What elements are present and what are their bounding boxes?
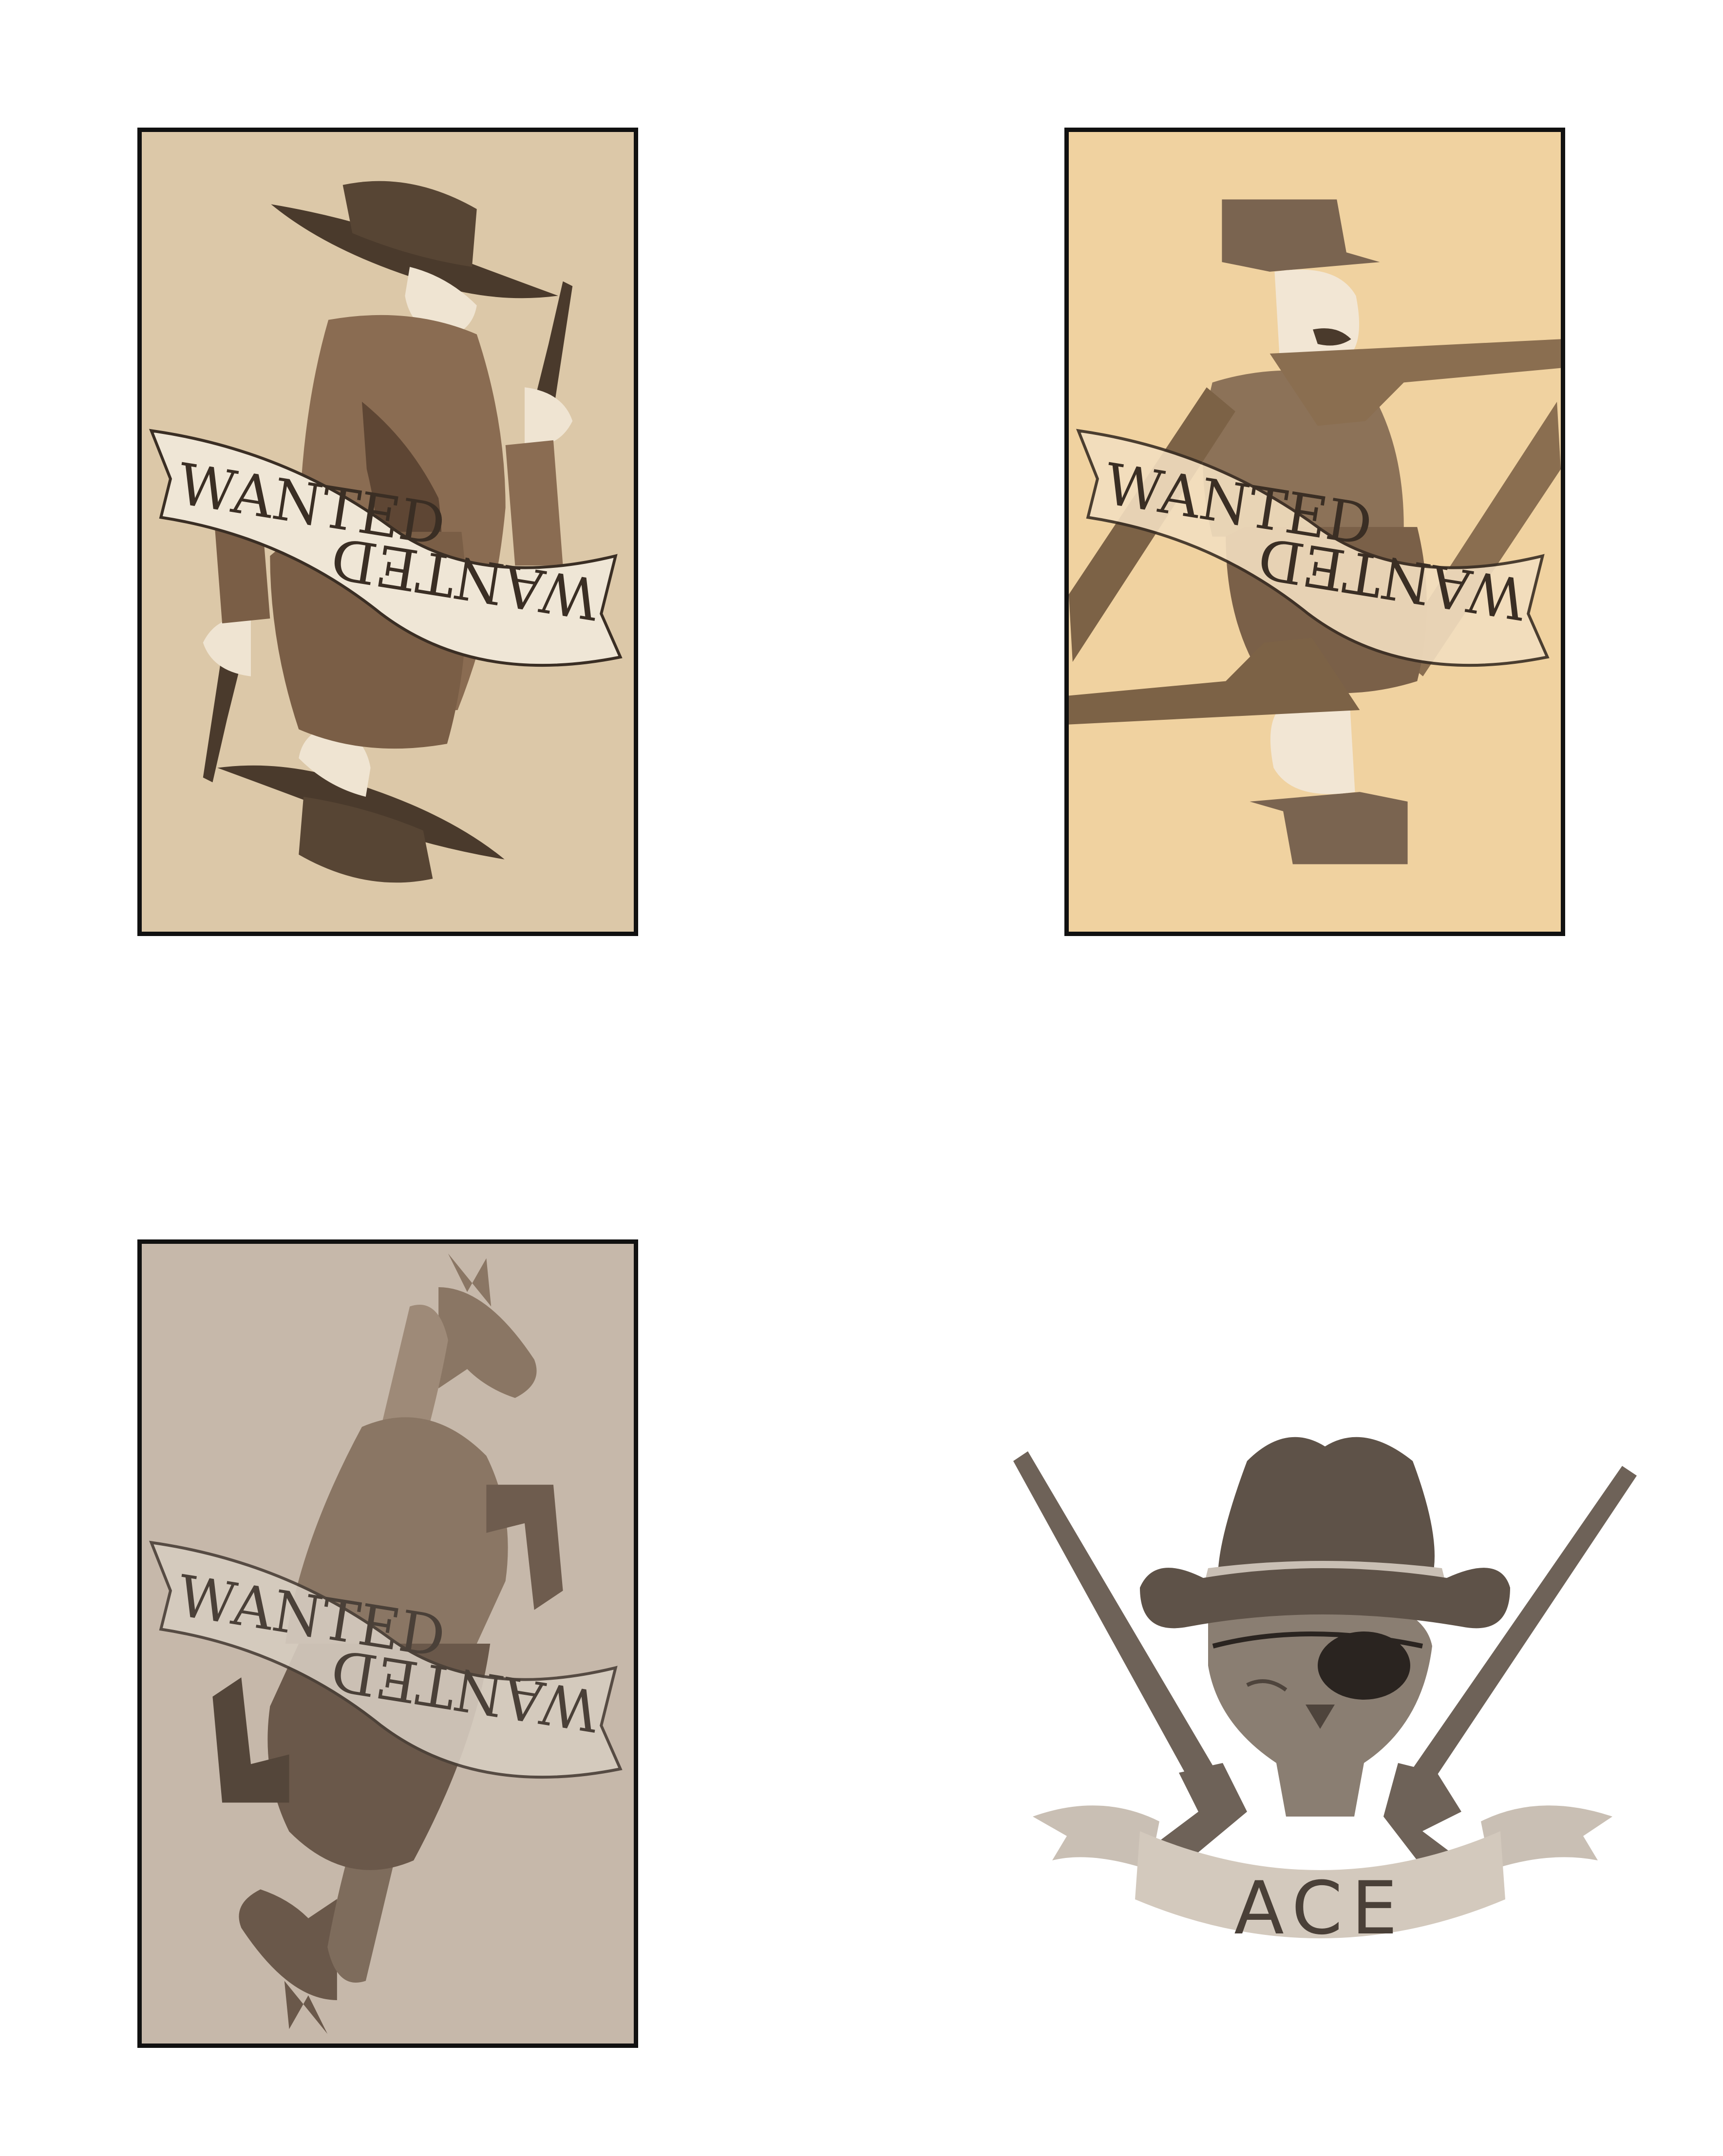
rifleman-illustration: WANTED WANTED	[1069, 132, 1561, 932]
ace-label: ACE	[1234, 1866, 1406, 1951]
sleeve-right	[505, 440, 563, 566]
wanted-card-horse[interactable]: WANTED WANTED	[137, 1239, 638, 2048]
gunslinger-illustration: WANTED WANTED	[142, 132, 634, 932]
horse-illustration: WANTED WANTED	[142, 1244, 634, 2044]
rifle-right	[1403, 1466, 1637, 1797]
hat-crown	[1218, 1437, 1435, 1578]
ace-ribbon: ACE	[1033, 1805, 1612, 1951]
wanted-card-rifleman[interactable]: WANTED WANTED	[1064, 128, 1565, 936]
ace-emblem[interactable]: ACE	[994, 1393, 1647, 2002]
ace-emblem-illustration: ACE	[1013, 1437, 1637, 1951]
cowboy-hat-icon	[1140, 1437, 1510, 1629]
wanted-card-gunslinger[interactable]: WANTED WANTED	[137, 128, 638, 936]
